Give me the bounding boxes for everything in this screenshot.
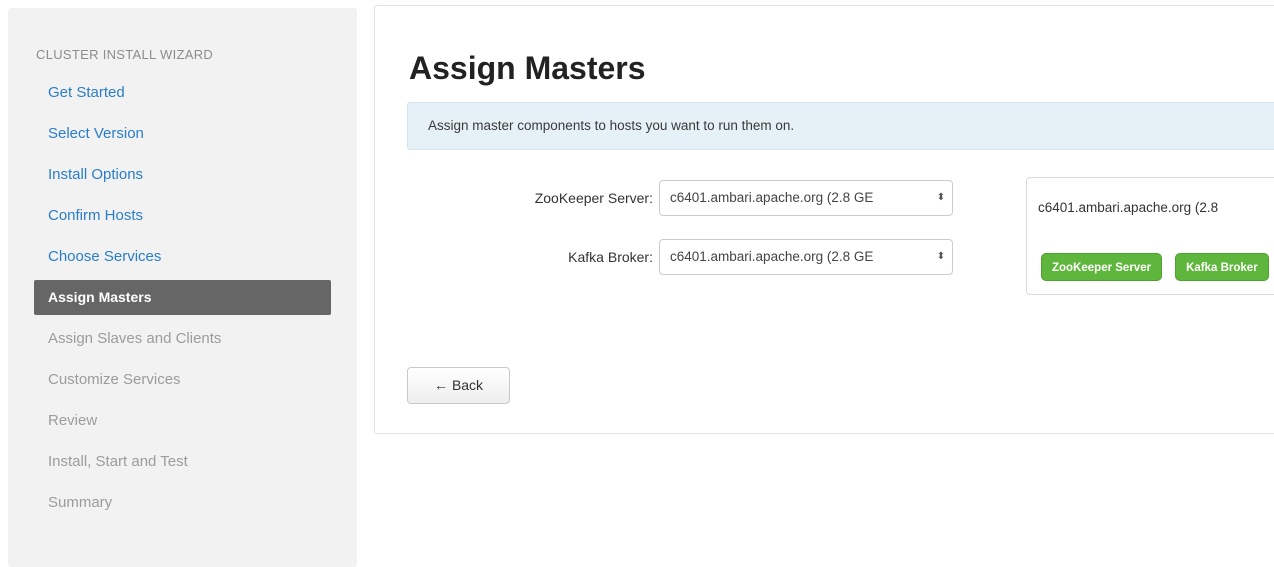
assignment-row-kafka: Kafka Broker: c6401.ambari.apache.org (2… (375, 239, 955, 275)
step-review: Review (48, 412, 98, 429)
step-customize-services: Customize Services (48, 371, 181, 388)
assignment-row-zookeeper: ZooKeeper Server: c6401.ambari.apache.or… (375, 180, 955, 216)
wizard-page: CLUSTER INSTALL WIZARD Get Started Selec… (0, 0, 1274, 567)
info-alert: Assign master components to hosts you wa… (407, 102, 1274, 150)
back-button[interactable]: ← Back (407, 367, 510, 404)
step-summary: Summary (48, 494, 113, 511)
host-summary-box: c6401.ambari.apache.org (2.8 ZooKeeper S… (1026, 177, 1274, 295)
step-assign-masters: Assign Masters (34, 280, 331, 315)
kafka-host-value: c6401.ambari.apache.org (2.8 GE (670, 249, 874, 264)
wizard-steps: Get Started Select Version Install Optio… (34, 72, 331, 523)
kafka-host-select[interactable]: c6401.ambari.apache.org (2.8 GE ⬍ (659, 239, 953, 275)
kafka-label: Kafka Broker: (568, 249, 653, 265)
zookeeper-label: ZooKeeper Server: (534, 190, 653, 206)
step-assign-slaves: Assign Slaves and Clients (48, 330, 222, 347)
sidebar-heading: CLUSTER INSTALL WIZARD (36, 47, 214, 62)
zookeeper-host-value: c6401.ambari.apache.org (2.8 GE (670, 190, 874, 205)
step-get-started[interactable]: Get Started (34, 72, 331, 113)
badge-kafka-broker: Kafka Broker (1175, 253, 1269, 281)
badge-zookeeper-server: ZooKeeper Server (1041, 253, 1163, 281)
select-arrows-icon: ⬍ (936, 192, 946, 203)
select-arrows-icon: ⬍ (936, 251, 946, 262)
host-name: c6401.ambari.apache.org (2.8 (1038, 200, 1219, 215)
component-badges: ZooKeeper Server Kafka Broker (1041, 253, 1274, 281)
step-install-options[interactable]: Install Options (34, 154, 331, 195)
zookeeper-host-select[interactable]: c6401.ambari.apache.org (2.8 GE ⬍ (659, 180, 953, 216)
step-confirm-hosts[interactable]: Confirm Hosts (34, 195, 331, 236)
back-button-label: Back (451, 377, 484, 393)
wizard-sidebar: CLUSTER INSTALL WIZARD Get Started Selec… (8, 8, 357, 567)
step-choose-services[interactable]: Choose Services (34, 236, 331, 277)
page-title: Assign Masters (409, 50, 646, 86)
step-select-version[interactable]: Select Version (34, 113, 331, 154)
main-panel: Assign Masters Assign master components … (374, 5, 1274, 434)
left-arrow-icon: ← (433, 377, 448, 393)
step-install-start-test: Install, Start and Test (48, 453, 188, 470)
